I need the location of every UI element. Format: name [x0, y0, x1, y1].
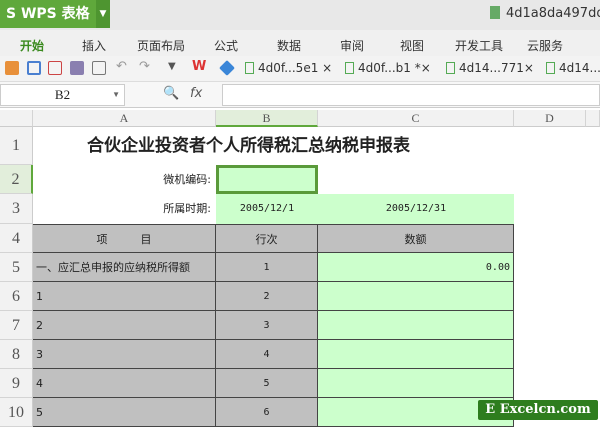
print-icon[interactable]: [70, 61, 84, 75]
cell-item[interactable]: 一、应汇总申报的应纳税所得额: [33, 253, 216, 282]
function-icon[interactable]: fx: [190, 86, 202, 101]
open-icon[interactable]: [5, 61, 19, 75]
document-tab[interactable]: 4d0f...5e1 ×: [245, 61, 332, 75]
title-bar: S WPS 表格 ▼ 4d1a8da497ddc: [0, 0, 600, 30]
formula-bar: B2 ▼ 🔍 fx: [0, 82, 600, 108]
zoom-search-icon[interactable]: 🔍: [163, 86, 179, 101]
tab-data[interactable]: 数据: [277, 37, 301, 54]
header-line[interactable]: 行次: [216, 224, 318, 253]
export-pdf-icon[interactable]: [48, 61, 62, 75]
save-icon[interactable]: [27, 61, 41, 75]
row-header[interactable]: 5: [0, 253, 33, 282]
row-header[interactable]: 8: [0, 340, 33, 369]
app-menu-button[interactable]: S WPS 表格: [0, 0, 96, 28]
column-header-b[interactable]: B: [216, 110, 318, 127]
more-dropdown-icon[interactable]: ▼: [168, 61, 182, 75]
code-input-cell[interactable]: [216, 165, 318, 194]
quick-toolbar: ↶ ↷ ▼ W 4d0f...5e1 × 4d0f...b1 *× 4d14..…: [0, 56, 600, 82]
row-header[interactable]: 2: [0, 165, 33, 194]
app-menu-dropdown-icon[interactable]: ▼: [96, 0, 110, 28]
document-tab-label: 4d0f...5e1 ×: [258, 61, 333, 75]
column-header-a[interactable]: A: [33, 110, 216, 127]
row-header[interactable]: 6: [0, 282, 33, 311]
column-header-d[interactable]: D: [514, 110, 586, 127]
sheet-doc-icon: [546, 62, 555, 74]
redo-icon[interactable]: ↷: [139, 59, 153, 74]
row-header[interactable]: 1: [0, 127, 33, 165]
column-header-c[interactable]: C: [318, 110, 514, 127]
period-start-cell[interactable]: 2005/12/1: [216, 194, 318, 224]
cell-line[interactable]: 6: [216, 398, 318, 427]
document-tab-label: 4d14...771×: [459, 61, 534, 75]
tab-home[interactable]: 开始: [20, 37, 44, 54]
tab-cloud[interactable]: 云服务: [527, 37, 563, 54]
cell-amount[interactable]: 0.00: [318, 253, 514, 282]
row-header[interactable]: 4: [0, 224, 33, 253]
document-tab-label: 4d14...: [559, 61, 600, 75]
document-tab[interactable]: 4d0f...b1 *×: [345, 61, 431, 75]
column-header-e[interactable]: [586, 110, 600, 127]
sheet-doc-icon: [345, 62, 354, 74]
row-header[interactable]: 7: [0, 311, 33, 340]
cell-amount[interactable]: [318, 282, 514, 311]
row-header[interactable]: 10: [0, 398, 33, 427]
code-label[interactable]: 微机编码:: [33, 165, 211, 194]
cell-item[interactable]: 3: [33, 340, 216, 369]
document-tab[interactable]: 4d14...: [546, 61, 600, 75]
row-header[interactable]: 3: [0, 194, 33, 224]
cell-amount[interactable]: [318, 311, 514, 340]
select-all-corner[interactable]: [0, 110, 33, 127]
cell-item[interactable]: 2: [33, 311, 216, 340]
cell-line[interactable]: 1: [216, 253, 318, 282]
undo-icon[interactable]: ↶: [116, 59, 130, 74]
cell-line[interactable]: 3: [216, 311, 318, 340]
cell-line[interactable]: 4: [216, 340, 318, 369]
cell-amount[interactable]: [318, 340, 514, 369]
header-item[interactable]: 项 目: [33, 224, 216, 253]
name-box[interactable]: B2 ▼: [0, 84, 125, 106]
cell-item[interactable]: 1: [33, 282, 216, 311]
cloud-cube-icon[interactable]: [219, 60, 235, 76]
tab-developer[interactable]: 开发工具: [455, 37, 503, 54]
cell-line[interactable]: 5: [216, 369, 318, 398]
cell-line[interactable]: 2: [216, 282, 318, 311]
tab-insert[interactable]: 插入: [82, 37, 106, 54]
cell-amount[interactable]: [318, 369, 514, 398]
document-title: 4d1a8da497ddc: [490, 6, 600, 21]
name-box-value: B2: [54, 87, 71, 102]
cell-item[interactable]: 5: [33, 398, 216, 427]
wps-icon[interactable]: W: [192, 59, 206, 74]
tab-page-layout[interactable]: 页面布局: [137, 37, 185, 54]
document-icon: [490, 6, 500, 19]
period-end-cell[interactable]: 2005/12/31: [318, 194, 514, 224]
tab-review[interactable]: 审阅: [340, 37, 364, 54]
cell-item[interactable]: 4: [33, 369, 216, 398]
tab-formulas[interactable]: 公式: [214, 37, 238, 54]
chevron-down-icon[interactable]: ▼: [112, 85, 120, 105]
document-title-text: 4d1a8da497ddc: [506, 6, 600, 21]
ribbon-tabs: 开始 插入 页面布局 公式 数据 审阅 视图 开发工具 云服务: [0, 30, 600, 56]
sheet-doc-icon: [446, 62, 455, 74]
print-preview-icon[interactable]: [92, 61, 106, 75]
excelcn-watermark: E Excelcn.com: [478, 400, 598, 420]
sheet-doc-icon: [245, 62, 254, 74]
sheet-title[interactable]: 合伙企业投资者个人所得税汇总纳税申报表: [33, 127, 514, 165]
row-header[interactable]: 9: [0, 369, 33, 398]
document-tab[interactable]: 4d14...771×: [446, 61, 534, 75]
formula-input[interactable]: [222, 84, 600, 106]
tab-view[interactable]: 视图: [400, 37, 424, 54]
document-tab-label: 4d0f...b1 *×: [358, 61, 431, 75]
header-amount[interactable]: 数额: [318, 224, 514, 253]
period-label[interactable]: 所属时期:: [33, 194, 211, 224]
